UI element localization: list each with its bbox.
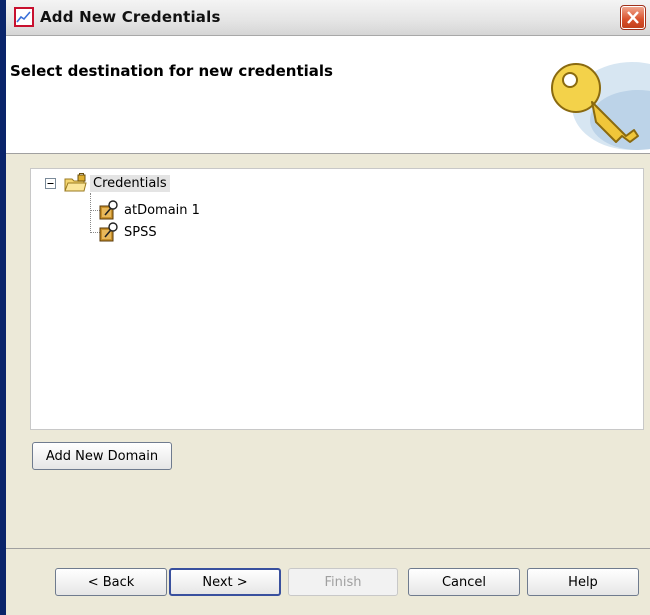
tree-node-spss[interactable]: SPSS (99, 221, 160, 243)
tree-label-atdomain-1[interactable]: atDomain 1 (121, 202, 203, 219)
help-button[interactable]: Help (527, 568, 639, 596)
key-icon (551, 62, 650, 150)
tree-node-atdomain-1[interactable]: atDomain 1 (99, 199, 203, 221)
finish-button: Finish (288, 568, 398, 596)
add-new-domain-button[interactable]: Add New Domain (32, 442, 172, 470)
collapse-icon[interactable] (45, 177, 56, 189)
close-button[interactable] (620, 5, 646, 30)
add-new-credentials-dialog: Add New Credentials Select destination f… (0, 0, 650, 615)
back-button[interactable]: < Back (55, 568, 167, 596)
tree-label-spss[interactable]: SPSS (121, 224, 160, 241)
domain-key-icon (99, 200, 118, 220)
next-button[interactable]: Next > (169, 568, 281, 596)
wizard-header: Select destination for new credentials (6, 36, 650, 154)
folder-lock-icon (64, 173, 87, 192)
destination-tree[interactable]: Credentials atDomain 1 SPSS (30, 168, 644, 430)
close-icon (627, 11, 639, 24)
app-chart-icon (14, 7, 34, 27)
domain-key-icon (99, 222, 118, 242)
title-bar[interactable]: Add New Credentials (6, 0, 650, 36)
window-title: Add New Credentials (40, 8, 221, 26)
tree-node-credentials[interactable]: Credentials (45, 172, 170, 194)
cancel-button[interactable]: Cancel (408, 568, 520, 596)
page-title: Select destination for new credentials (10, 62, 333, 80)
tree-label-credentials[interactable]: Credentials (90, 174, 170, 192)
